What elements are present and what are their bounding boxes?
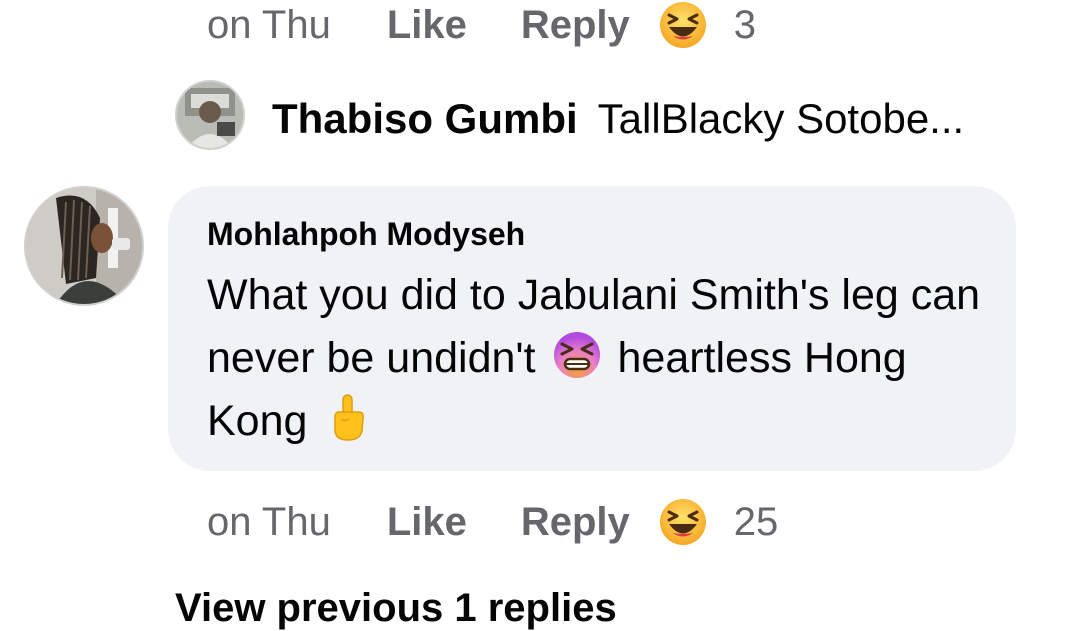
avatar[interactable] <box>24 186 144 306</box>
middle-finger-emoji-icon <box>334 394 365 441</box>
profile-photo <box>26 188 142 304</box>
like-button[interactable]: Like <box>387 3 467 48</box>
view-previous-replies-link[interactable]: View previous 1 replies <box>175 586 617 631</box>
comment-actions: on Thu Like Reply 25 <box>207 497 778 547</box>
reply-author-name[interactable]: Thabiso Gumbi <box>272 95 578 143</box>
comment-timestamp[interactable]: on Thu <box>207 3 331 48</box>
previous-comment-actions: on Thu Like Reply 3 <box>207 0 756 50</box>
comment-timestamp[interactable]: on Thu <box>207 500 331 545</box>
comment-bubble: Mohlahpoh Modyseh What you did to Jabula… <box>168 186 1016 471</box>
tired-face-emoji-icon <box>553 332 600 378</box>
laughing-emoji-icon[interactable] <box>658 0 708 50</box>
avatar[interactable] <box>175 80 245 150</box>
comment-author-name[interactable]: Mohlahpoh Modyseh <box>207 216 525 253</box>
like-button[interactable]: Like <box>387 500 467 545</box>
reply-preview[interactable]: Thabiso Gumbi TallBlacky Sotobe... <box>272 92 964 146</box>
reaction-count[interactable]: 25 <box>734 500 779 545</box>
comment-text: What you did to Jabulani Smith's leg can… <box>207 264 1007 453</box>
laughing-emoji-icon[interactable] <box>658 497 708 547</box>
reply-button[interactable]: Reply <box>521 500 630 545</box>
profile-photo <box>177 82 243 148</box>
reply-button[interactable]: Reply <box>521 3 630 48</box>
reaction-count[interactable]: 3 <box>734 3 756 48</box>
reply-snippet: TallBlacky Sotobe... <box>597 95 965 142</box>
